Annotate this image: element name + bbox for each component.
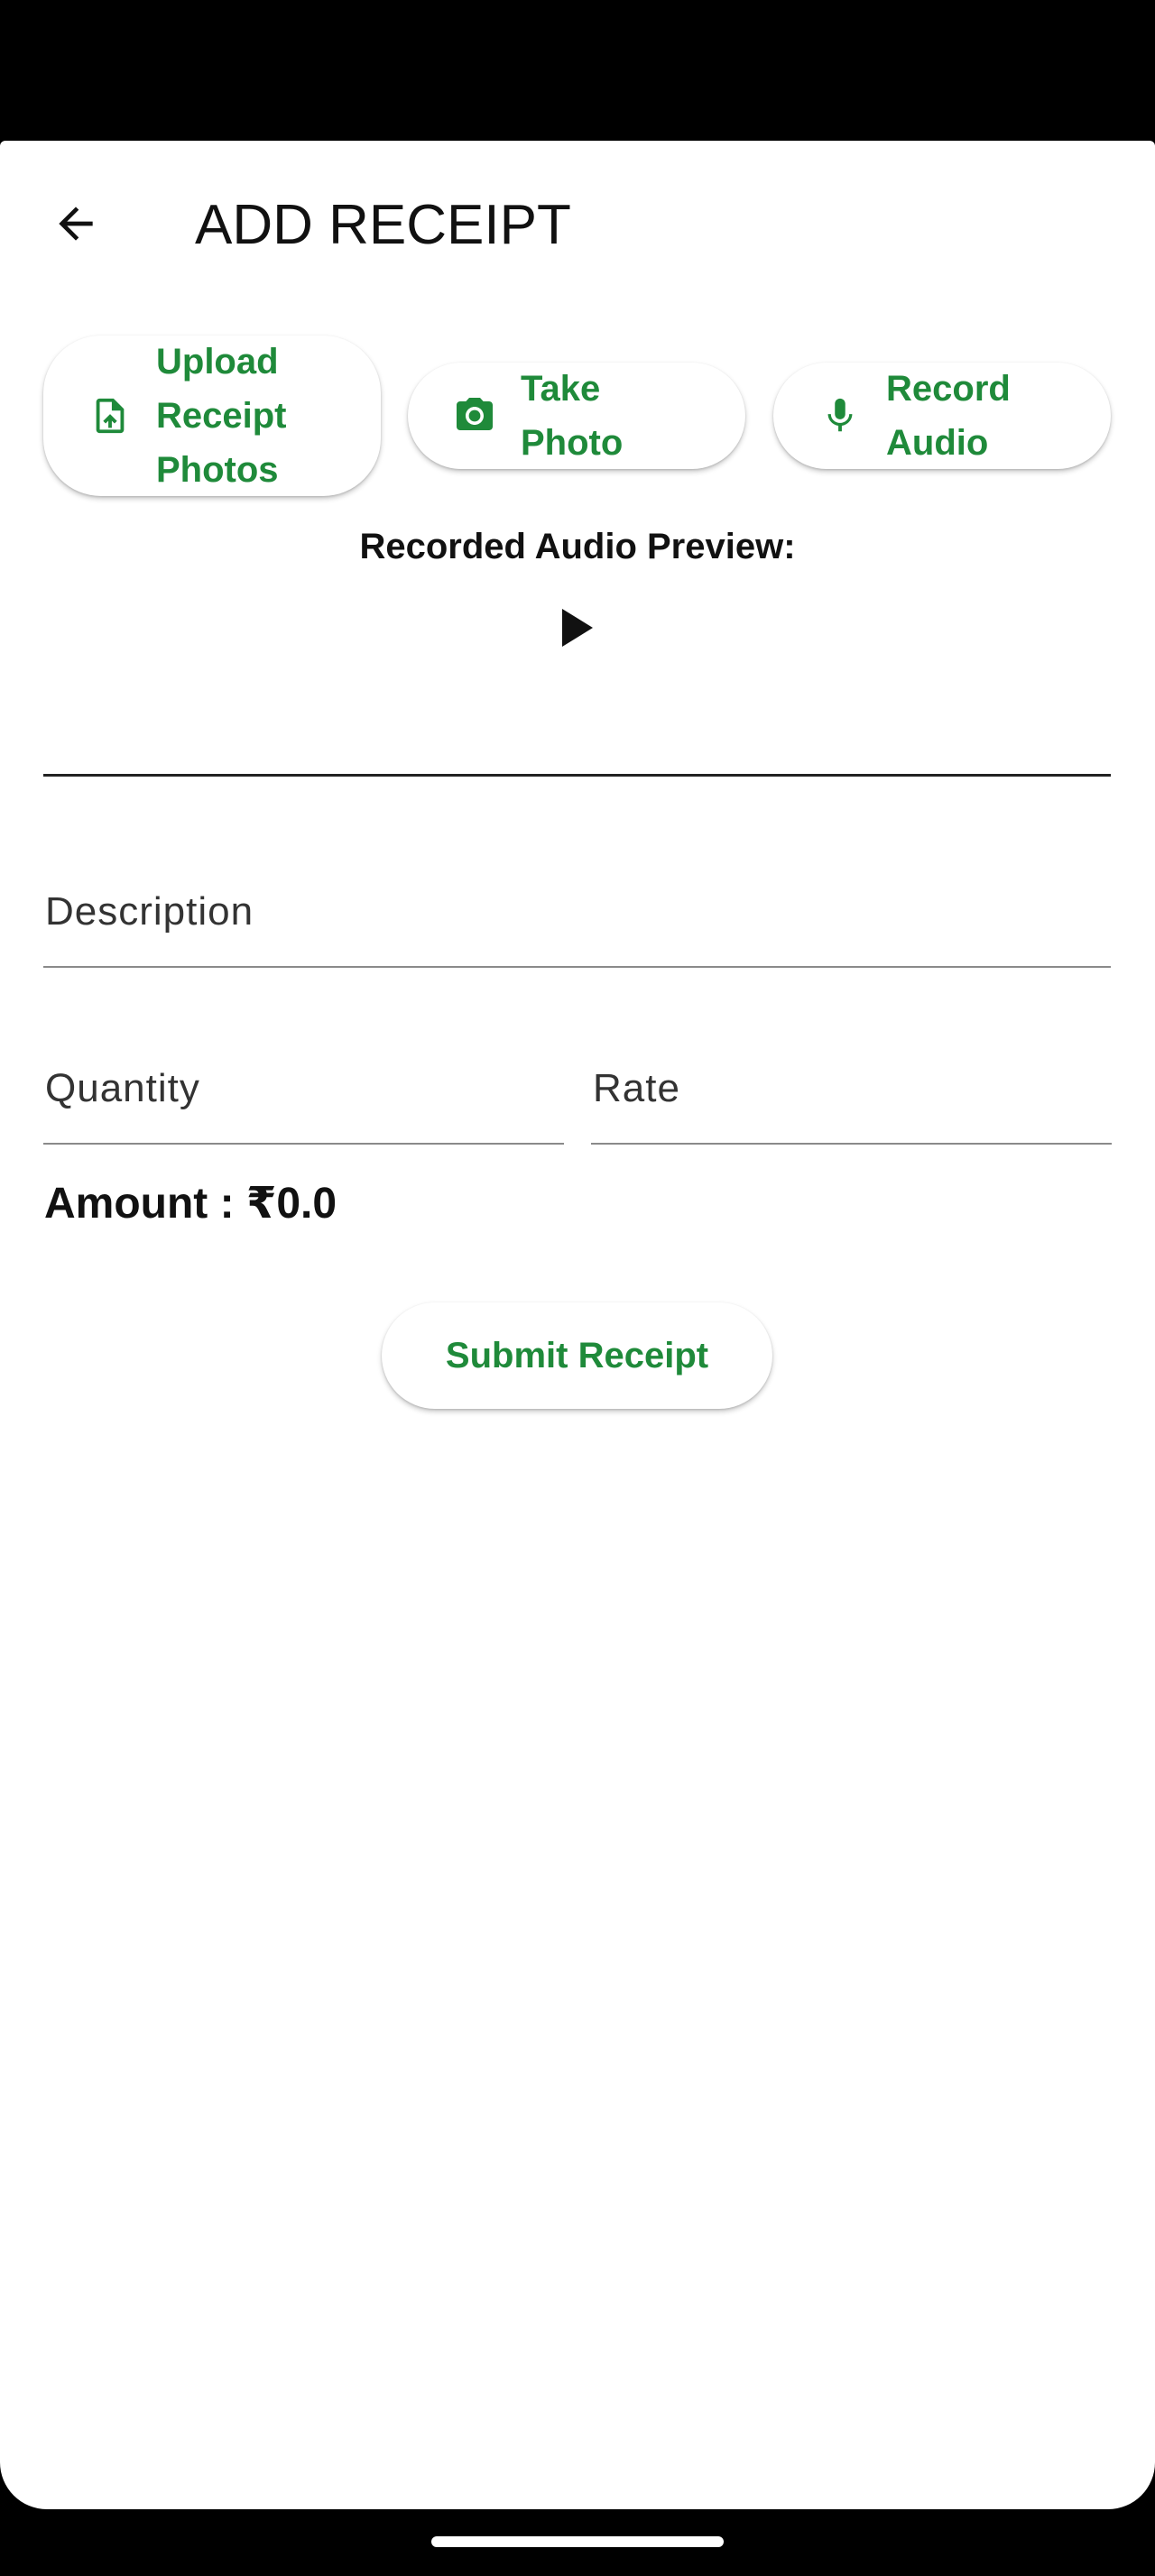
page-title: ADD RECEIPT (195, 194, 571, 256)
arrow-back-icon (51, 198, 101, 253)
rate-field[interactable]: Rate (591, 1043, 1112, 1145)
take-photo-button[interactable]: Take Photo (408, 363, 745, 469)
description-label: Description (45, 889, 254, 934)
play-icon (559, 607, 596, 653)
record-audio-button[interactable]: Record Audio (773, 363, 1111, 469)
play-button[interactable] (550, 603, 605, 657)
file-upload-icon (88, 394, 132, 437)
microphone-icon (818, 394, 862, 437)
status-bar (0, 0, 1155, 141)
rate-label: Rate (593, 1066, 680, 1110)
app-screen: ADD RECEIPT Upload Receipt Photos Take P… (0, 141, 1155, 2509)
upload-receipt-photos-button[interactable]: Upload Receipt Photos (43, 336, 381, 496)
audio-preview-title: Recorded Audio Preview: (359, 527, 796, 566)
description-field[interactable]: Description (43, 862, 1111, 968)
amount-text: Amount : ₹0.0 (44, 1180, 337, 1228)
camera-icon (453, 394, 496, 437)
record-audio-button-label: Record Audio (886, 369, 1011, 463)
quantity-label: Quantity (45, 1066, 200, 1110)
home-indicator[interactable] (431, 2536, 724, 2547)
quantity-field[interactable]: Quantity (43, 1043, 564, 1145)
submit-receipt-button[interactable]: Submit Receipt (382, 1302, 772, 1409)
audio-transcript-field[interactable] (43, 702, 1111, 777)
back-button[interactable] (31, 180, 121, 271)
upload-button-label: Upload Receipt Photos (156, 342, 287, 490)
take-photo-button-label: Take Photo (521, 369, 624, 463)
